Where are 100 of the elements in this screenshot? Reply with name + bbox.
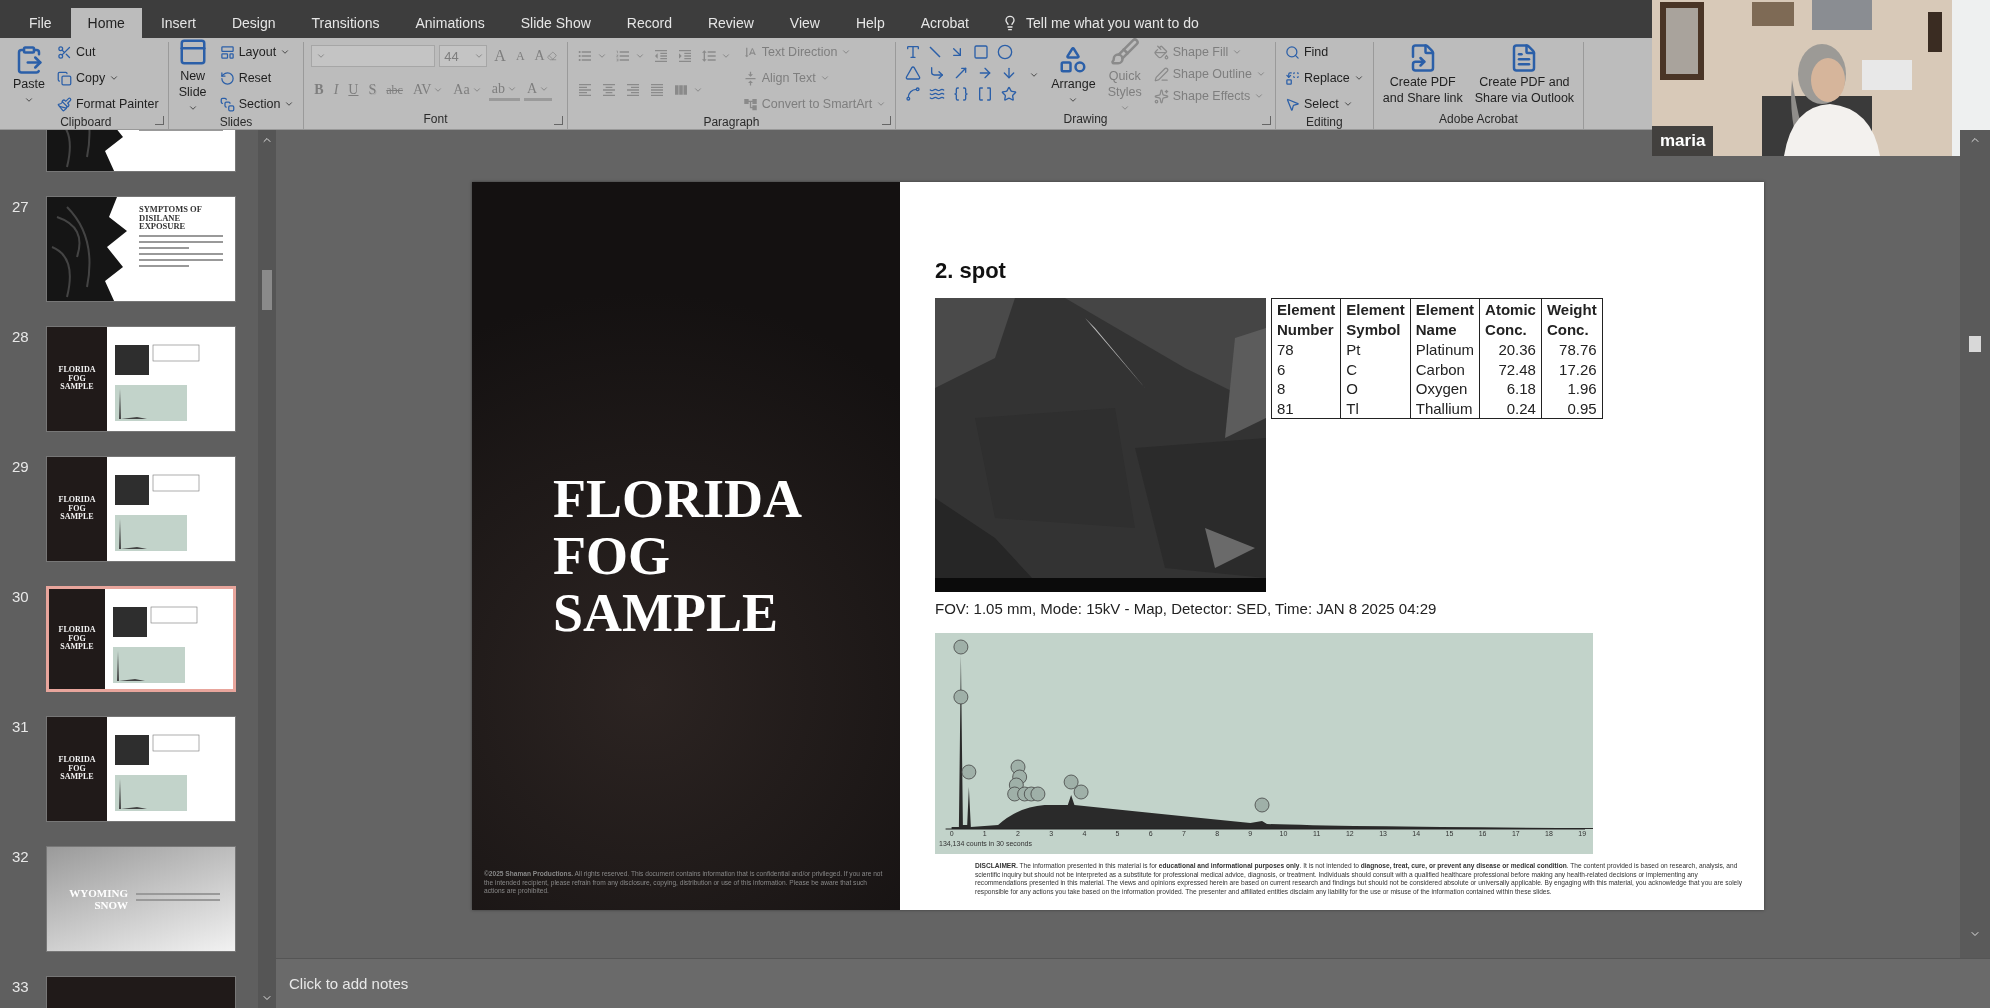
- bullets-icon: [576, 48, 593, 64]
- ribbon-button[interactable]: Section: [217, 94, 297, 114]
- ribbon-button[interactable]: Select: [1282, 94, 1355, 114]
- caret-icon: [471, 85, 482, 95]
- scrollbar-thumb[interactable]: [262, 270, 272, 310]
- slide-thumbnail[interactable]: SYMPTOMS OF DISILANE EXPOSURE: [46, 196, 236, 302]
- align-center-icon: [600, 82, 617, 98]
- scissors-icon: [56, 44, 72, 60]
- ribbon-button[interactable]: Cut: [54, 42, 98, 62]
- thumbnail-title: FLORIDA FOG SAMPLE: [57, 366, 97, 392]
- dialog-launcher-icon[interactable]: [553, 116, 563, 125]
- ribbon-button[interactable]: New Slide: [175, 37, 210, 113]
- ribbon-button[interactable]: Format Painter: [54, 94, 161, 114]
- group-label: Paragraph: [703, 114, 760, 129]
- lightbulb-icon: [1002, 15, 1018, 31]
- section-heading: 2. spot: [935, 258, 1007, 284]
- table-cell: Thallium: [1410, 398, 1480, 419]
- caret-icon: [1342, 99, 1353, 109]
- table-cell: Oxygen: [1410, 379, 1480, 399]
- ribbon-button[interactable]: Copy: [54, 68, 122, 88]
- image-caption: FOV: 1.05 mm, Mode: 15kV - Map, Detector: SED, Time: JAN 8 2025 04:29: [935, 600, 1438, 617]
- pen-icon: [1153, 66, 1169, 82]
- ribbon-tab[interactable]: Acrobat: [903, 8, 986, 38]
- elbow-connector-icon: [929, 64, 946, 81]
- line-spacing-icon: [700, 48, 717, 64]
- caret-icon: [280, 47, 291, 57]
- decrease-indent-icon: [652, 48, 669, 64]
- ribbon-button[interactable]: Replace: [1282, 68, 1366, 88]
- curve-icon: [905, 85, 922, 102]
- reset-icon: [219, 70, 235, 86]
- slide-number: 33: [12, 977, 30, 995]
- table-cell: 20.36: [1479, 340, 1542, 360]
- table-cell: Platinum: [1410, 340, 1480, 360]
- caret-icon: [720, 51, 731, 61]
- table-cell: 78.76: [1541, 340, 1603, 360]
- thumbnail-title: FLORIDA FOG SAMPLE: [57, 496, 97, 522]
- table-cell: C: [1340, 359, 1411, 379]
- slide-number: 32: [12, 847, 30, 865]
- table-cell: 81: [1271, 398, 1341, 419]
- ribbon-tab[interactable]: Record: [609, 8, 689, 38]
- scrollbar-thumb[interactable]: [1969, 336, 1981, 352]
- scrollbar[interactable]: [1960, 130, 1990, 958]
- caret-icon: [1353, 73, 1364, 83]
- smartart-icon: [742, 96, 758, 112]
- paint-bucket-icon: [1153, 44, 1169, 60]
- quick-styles-icon: [1109, 37, 1140, 68]
- ribbon-button[interactable]: Paste: [11, 45, 47, 105]
- bracket-icon: [977, 85, 994, 102]
- group-label: Slides: [219, 114, 253, 129]
- ribbon-button[interactable]: Arrange: [1049, 45, 1098, 105]
- table-cell: Tl: [1340, 398, 1411, 419]
- eraser-icon: [546, 51, 557, 61]
- ribbon-tab[interactable]: Home: [70, 8, 142, 38]
- ribbon-button[interactable]: Create PDF and Share via Outlook: [1472, 43, 1577, 107]
- ribbon-tab[interactable]: Design: [214, 8, 293, 38]
- caret-icon: [819, 73, 830, 83]
- ribbon-tab[interactable]: File: [12, 8, 69, 38]
- ribbon-tab[interactable]: Transitions: [294, 8, 397, 38]
- dialog-launcher-icon[interactable]: [1261, 116, 1271, 125]
- caret-icon: [692, 85, 703, 95]
- thumbnail-title: FLORIDA FOG SAMPLE: [57, 626, 97, 652]
- ribbon-tab[interactable]: Slide Show: [503, 8, 608, 38]
- ribbon-button[interactable]: Create PDF and Share link: [1380, 43, 1465, 107]
- slide-thumbnail[interactable]: FLORIDA FOG SAMPLE: [46, 716, 236, 822]
- slide-number: 29: [12, 457, 30, 475]
- ribbon-button[interactable]: Layout: [217, 42, 293, 62]
- slide-thumbnail[interactable]: FLORIDA FOG SAMPLE: [46, 326, 236, 432]
- tell-me-search[interactable]: Tell me what you want to do: [1026, 15, 1199, 31]
- slide-thumbnail[interactable]: FLORIDA FOG SAMPLE: [46, 586, 236, 692]
- thumbnail-title: WYOMING SNOW: [68, 886, 128, 912]
- notes-placeholder[interactable]: Click to add notes: [289, 975, 409, 992]
- ribbon-tab[interactable]: Insert: [143, 8, 213, 38]
- caret-icon: [596, 51, 607, 61]
- align-left-icon: [576, 82, 593, 98]
- thumbnail-title: SYMPTOMS OF DISILANE EXPOSURE: [139, 205, 203, 231]
- ribbon-tab[interactable]: Review: [690, 8, 771, 38]
- thumbnail-title: FLORIDA FOG SAMPLE: [57, 756, 97, 782]
- participant-name: maria: [1652, 126, 1714, 156]
- table-cell: 17.26: [1541, 359, 1603, 379]
- group-label: Drawing: [1063, 112, 1108, 126]
- slide-number: 28: [12, 327, 30, 345]
- column-header: Weight Conc.: [1541, 298, 1603, 340]
- caret-icon: [1029, 70, 1040, 80]
- caret-icon: [1255, 69, 1266, 79]
- scrollbar[interactable]: [258, 130, 276, 1008]
- slide-thumbnail[interactable]: FLORIDA FOG SAMPLE: [46, 456, 236, 562]
- caret-icon: [876, 99, 887, 109]
- ribbon-button[interactable]: Find: [1282, 42, 1331, 62]
- table-cell: 8: [1271, 379, 1341, 399]
- group-label: Adobe Acrobat: [1439, 112, 1518, 126]
- dialog-launcher-icon[interactable]: [154, 116, 164, 125]
- ribbon-tab[interactable]: Animations: [398, 8, 502, 38]
- ribbon-button[interactable]: Reset: [217, 68, 274, 88]
- caret-icon: [109, 73, 120, 83]
- line-icon: [929, 45, 942, 58]
- caret-icon: [284, 99, 295, 109]
- ribbon-tab[interactable]: View: [772, 8, 837, 38]
- dialog-launcher-icon[interactable]: [882, 116, 892, 125]
- ribbon-tab[interactable]: Help: [838, 8, 902, 38]
- layout-icon: [219, 44, 235, 60]
